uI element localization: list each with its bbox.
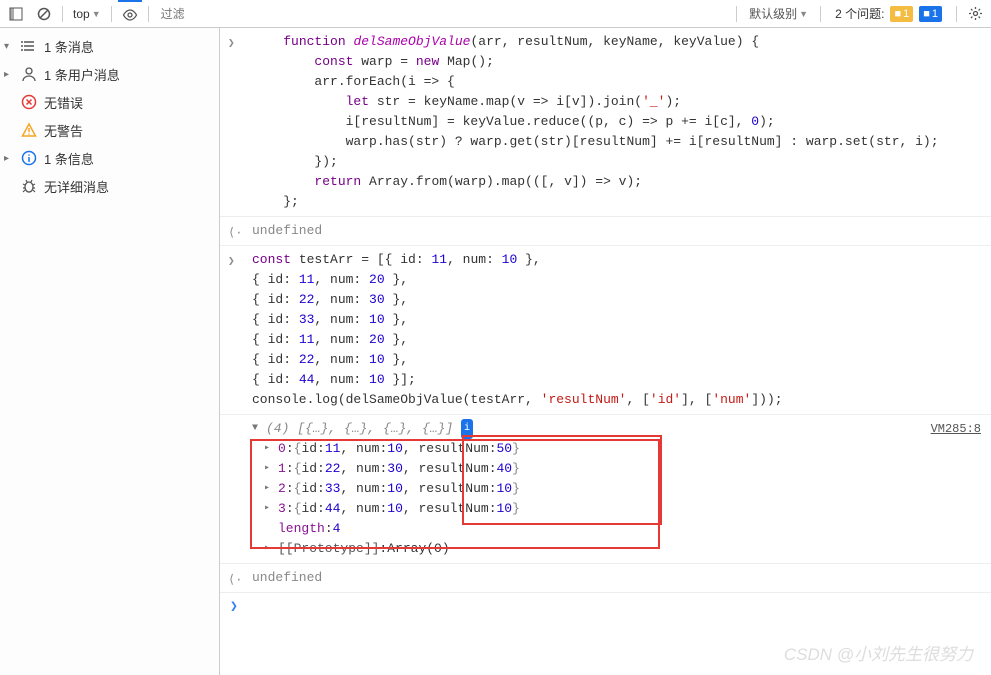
list-icon: [20, 37, 38, 55]
return-value: undefined: [228, 568, 991, 588]
console-return-block: ⟨· undefined: [220, 564, 991, 593]
issues-summary[interactable]: 2 个问题: ■ 1 ■ 1: [827, 5, 950, 22]
caret-down-icon: ▼: [252, 419, 266, 439]
context-label: top: [73, 7, 90, 21]
settings-icon[interactable]: [963, 2, 987, 26]
separator: [62, 6, 63, 22]
issues-text: 2 个问题:: [835, 5, 884, 22]
console-output: ❯ function delSameObjValue(arr, resultNu…: [220, 28, 991, 675]
sidebar-item-warnings[interactable]: 无警告: [0, 116, 219, 144]
sidebar-item-info[interactable]: ▸ 1 条信息: [0, 144, 219, 172]
input-prompt[interactable]: ❯: [220, 593, 991, 620]
sidebar-item-label: 1 条用户消息: [44, 65, 120, 84]
return-value: undefined: [228, 221, 991, 241]
return-prompt-icon: ⟨·: [228, 223, 242, 243]
highlight-box-2: [462, 435, 662, 525]
watermark: CSDN @小刘先生很努力: [784, 640, 973, 665]
toggle-sidebar-icon[interactable]: [4, 2, 28, 26]
sidebar-item-verbose[interactable]: 无详细消息: [0, 172, 219, 200]
source-link[interactable]: VM285:8: [931, 419, 981, 439]
filter-input[interactable]: [155, 3, 731, 25]
bug-icon: [20, 177, 38, 195]
sidebar-item-messages[interactable]: ▾ 1 条消息: [0, 32, 219, 60]
warning-badge: ■ 1: [890, 6, 913, 22]
console-input-block: ❯ const testArr = [{ id: 11, num: 10 }, …: [220, 246, 991, 415]
console-input-block: ❯ function delSameObjValue(arr, resultNu…: [220, 28, 991, 217]
caret-icon: ▸: [4, 153, 14, 164]
warning-icon: [20, 121, 38, 139]
log-level-selector[interactable]: 默认级别 ▼: [743, 5, 814, 22]
context-selector[interactable]: top ▼: [69, 7, 105, 21]
separator: [148, 6, 149, 22]
caret-icon: ▾: [4, 41, 14, 52]
level-label: 默认级别: [749, 5, 797, 22]
code-block-1[interactable]: function delSameObjValue(arr, resultNum,…: [228, 32, 991, 212]
console-toolbar: top ▼ 默认级别 ▼ 2 个问题: ■ 1 ■ 1: [0, 0, 991, 28]
separator: [820, 6, 821, 22]
caret-icon: ▸: [4, 69, 14, 80]
clear-console-icon[interactable]: [32, 2, 56, 26]
sidebar-item-label: 无错误: [44, 93, 83, 112]
error-icon: [20, 93, 38, 111]
return-prompt-icon: ⟨·: [228, 570, 242, 590]
array-summary: (4) [{…}, {…}, {…}, {…}]: [266, 419, 453, 439]
sidebar-item-label: 1 条信息: [44, 149, 94, 168]
sidebar-item-label: 无警告: [44, 121, 83, 140]
separator: [956, 6, 957, 22]
sidebar-item-label: 无详细消息: [44, 177, 109, 196]
sidebar-item-label: 1 条消息: [44, 37, 94, 56]
sidebar: ▾ 1 条消息 ▸ 1 条用户消息 无错误 无警告 ▸ 1 条信息 无详细消息: [0, 28, 220, 675]
chevron-down-icon: ▼: [799, 9, 808, 19]
console-log-output: VM285:8 ▼ (4) [{…}, {…}, {…}, {…}] i ▸0:…: [220, 415, 991, 564]
console-return-block: ⟨· undefined: [220, 217, 991, 246]
info-icon: [20, 149, 38, 167]
main-area: ▾ 1 条消息 ▸ 1 条用户消息 无错误 无警告 ▸ 1 条信息 无详细消息: [0, 28, 991, 675]
code-block-2[interactable]: const testArr = [{ id: 11, num: 10 }, { …: [228, 250, 991, 410]
sidebar-item-errors[interactable]: 无错误: [0, 88, 219, 116]
info-badge: ■ 1: [919, 6, 942, 22]
separator: [736, 6, 737, 22]
chevron-down-icon: ▼: [92, 9, 101, 19]
input-prompt-icon: ❯: [228, 34, 235, 54]
sidebar-item-user-messages[interactable]: ▸ 1 条用户消息: [0, 60, 219, 88]
separator: [111, 6, 112, 22]
user-icon: [20, 65, 38, 83]
live-expression-icon[interactable]: [118, 0, 142, 28]
input-prompt-icon: ❯: [228, 252, 235, 272]
